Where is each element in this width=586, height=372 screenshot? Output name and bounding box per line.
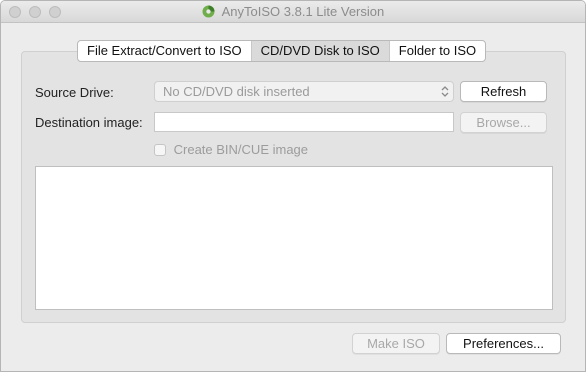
tab-file-extract-convert[interactable]: File Extract/Convert to ISO xyxy=(78,41,252,61)
select-arrows-icon xyxy=(440,84,450,99)
window-title: AnyToISO 3.8.1 Lite Version xyxy=(221,4,385,19)
tab-folder-to-iso[interactable]: Folder to ISO xyxy=(390,41,485,61)
app-logo-icon xyxy=(202,5,215,21)
bin-cue-label: Create BIN/CUE image xyxy=(173,142,309,157)
refresh-button[interactable]: Refresh xyxy=(460,81,547,102)
make-iso-button[interactable]: Make ISO xyxy=(352,333,440,354)
destination-image-label: Destination image: xyxy=(35,115,143,130)
log-output-area xyxy=(35,166,553,310)
browse-button[interactable]: Browse... xyxy=(460,112,547,133)
title-bar: AnyToISO 3.8.1 Lite Version xyxy=(1,1,585,23)
source-drive-label: Source Drive: xyxy=(35,85,114,100)
bin-cue-option: Create BIN/CUE image xyxy=(154,142,308,158)
tab-bar: File Extract/Convert to ISO CD/DVD Disk … xyxy=(77,40,487,62)
source-drive-select[interactable]: No CD/DVD disk inserted xyxy=(154,81,454,102)
tab-cd-dvd-disk[interactable]: CD/DVD Disk to ISO xyxy=(251,41,390,61)
destination-image-input[interactable] xyxy=(154,112,454,132)
bin-cue-checkbox[interactable] xyxy=(154,144,166,156)
app-window: AnyToISO 3.8.1 Lite Version File Extract… xyxy=(0,0,586,372)
source-drive-value: No CD/DVD disk inserted xyxy=(163,84,310,99)
preferences-button[interactable]: Preferences... xyxy=(446,333,561,354)
